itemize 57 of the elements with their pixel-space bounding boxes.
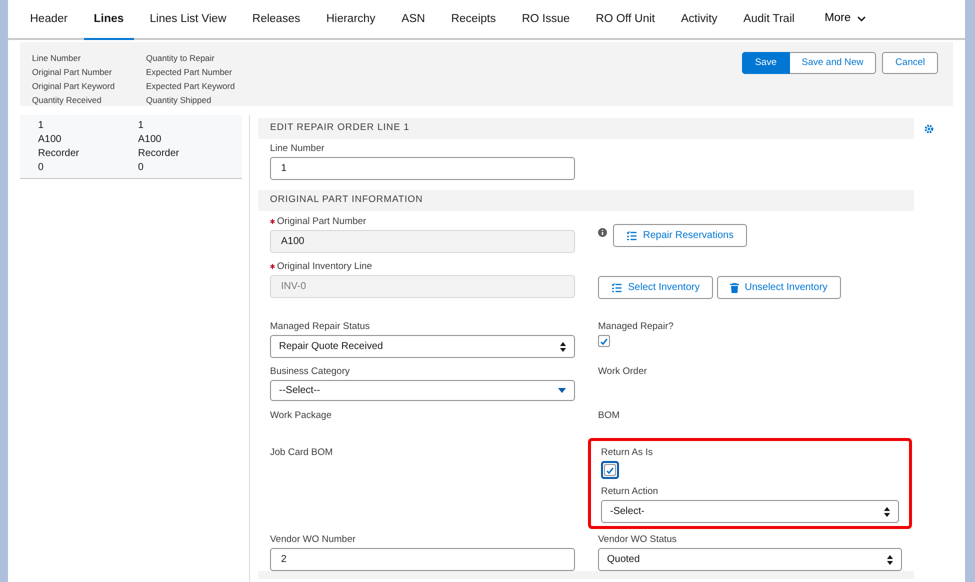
summary-value: 0	[138, 161, 145, 175]
section-header: ORIGINAL PART INFORMATION	[258, 190, 914, 211]
summary-value: A100	[138, 133, 162, 147]
header-field-label: Original Part Number	[32, 66, 113, 79]
action-button[interactable]: Unselect Inventory	[716, 276, 841, 299]
summary-value: 1	[38, 119, 45, 133]
summary-value: 0	[38, 161, 45, 175]
field-label: Return Action	[601, 486, 658, 497]
header-field-label: Expected Part Keyword	[146, 80, 236, 93]
more-tab[interactable]: More	[814, 0, 876, 38]
field-label: Managed Repair?	[598, 321, 674, 332]
field-label: Vendor WO Status	[598, 534, 677, 545]
tab[interactable]: Lines List View	[140, 2, 236, 40]
tab[interactable]: Releases	[242, 2, 310, 40]
field-label: Original Inventory Line	[277, 261, 372, 272]
header-field-label: Original Part Keyword	[32, 80, 116, 93]
tab[interactable]: Audit Trail	[733, 2, 805, 40]
select-field[interactable]: Repair Quote Received	[270, 335, 575, 358]
combobox-field[interactable]: --Select--	[270, 380, 575, 401]
header-field-label: Quantity Received	[32, 94, 102, 107]
field-label: BOM	[598, 410, 620, 421]
field-label: Managed Repair Status	[270, 321, 370, 332]
field-label: Line Number	[270, 143, 324, 154]
select-field[interactable]: -Select-	[601, 500, 899, 523]
tab[interactable]: ASN	[391, 2, 436, 40]
tab[interactable]: Receipts	[441, 2, 506, 40]
text-field[interactable]: 1	[270, 157, 575, 180]
header-field-label: Expected Part Number	[146, 66, 233, 79]
header-button[interactable]: Save	[742, 52, 790, 74]
field-label: Vendor WO Number	[270, 534, 356, 545]
header-field-label: Quantity to Repair	[146, 52, 216, 65]
action-button[interactable]: Select Inventory	[598, 276, 713, 299]
select-field[interactable]: Quoted	[598, 548, 902, 571]
tab[interactable]: RO Issue	[512, 2, 580, 40]
tab[interactable]: Activity	[671, 2, 728, 40]
field-label: Original Part Number	[277, 216, 366, 227]
tab[interactable]: Lines	[84, 2, 134, 40]
summary-value: Recorder	[38, 147, 80, 161]
header-field-label: Line Number	[32, 52, 82, 65]
action-button[interactable]: Repair Reservations	[613, 224, 747, 247]
summary-value: Recorder	[138, 147, 180, 161]
section-header: EDIT REPAIR ORDER LINE 1	[258, 118, 914, 139]
summary-value: 1	[138, 119, 145, 133]
field-label: Job Card BOM	[270, 447, 333, 458]
text-field[interactable]: 2	[270, 548, 575, 571]
header-button[interactable]: Cancel	[882, 52, 938, 74]
field-label: Work Order	[598, 366, 647, 377]
text-field[interactable]: A100	[270, 230, 575, 253]
header-button[interactable]: Save and New	[790, 52, 876, 74]
summary-value: A100	[38, 133, 62, 147]
tab[interactable]: Hierarchy	[316, 2, 386, 40]
field-label: Business Category	[270, 366, 350, 377]
tab[interactable]: RO Off Unit	[586, 2, 665, 40]
field-label: Work Package	[270, 410, 332, 421]
header-field-label: Quantity Shipped	[146, 94, 212, 107]
field-label: Return As Is	[601, 447, 653, 458]
tab[interactable]: Header	[20, 2, 78, 40]
